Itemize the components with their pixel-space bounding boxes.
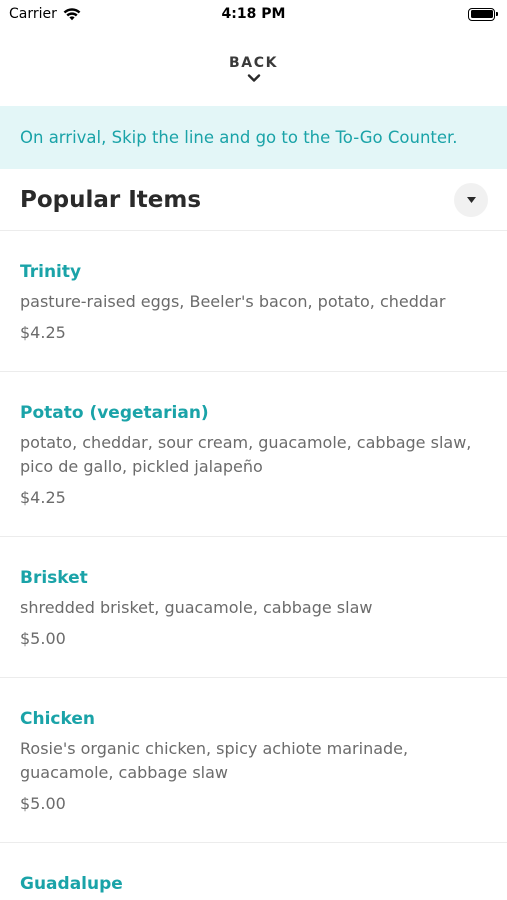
caret-down-icon bbox=[466, 196, 476, 203]
battery-icon bbox=[468, 7, 498, 21]
menu-item-name: Guadalupe bbox=[20, 874, 123, 894]
menu-item-price: $4.25 bbox=[20, 488, 66, 507]
arrival-banner: On arrival, Skip the line and go to the … bbox=[0, 106, 507, 169]
back-label: BACK bbox=[228, 55, 279, 71]
menu-item-list: Trinity pasture-raised eggs, Beeler's ba… bbox=[0, 231, 507, 900]
menu-item-name: Potato (vegetarian) bbox=[20, 403, 209, 423]
section-dropdown-button[interactable] bbox=[454, 182, 488, 217]
menu-item-name: Trinity bbox=[20, 262, 82, 282]
chevron-down-icon bbox=[247, 74, 260, 82]
back-button[interactable]: BACK bbox=[0, 28, 507, 106]
section-header: Popular Items bbox=[0, 169, 507, 231]
screen: Carrier 4:18 PM BACK On arrival, Skip th… bbox=[0, 0, 507, 900]
status-bar: Carrier 4:18 PM bbox=[0, 0, 507, 28]
menu-item-name: Brisket bbox=[20, 568, 88, 588]
menu-item-description: pasture-raised eggs, Beeler's bacon, pot… bbox=[20, 292, 446, 311]
menu-item-price: $5.00 bbox=[20, 629, 66, 648]
menu-item[interactable]: Brisket shredded brisket, guacamole, cab… bbox=[0, 537, 507, 678]
menu-item-price: $5.00 bbox=[20, 794, 66, 813]
menu-item-description: Rosie's organic chicken, spicy achiote m… bbox=[20, 739, 409, 782]
menu-item-name: Chicken bbox=[20, 709, 95, 729]
menu-item[interactable]: Potato (vegetarian) potato, cheddar, sou… bbox=[0, 372, 507, 537]
menu-item-description: potato, cheddar, sour cream, guacamole, … bbox=[20, 433, 472, 476]
arrival-banner-text: On arrival, Skip the line and go to the … bbox=[20, 128, 458, 147]
battery-fill bbox=[470, 10, 493, 18]
status-left: Carrier bbox=[9, 6, 81, 22]
wifi-icon bbox=[63, 8, 81, 21]
menu-item[interactable]: Chicken Rosie's organic chicken, spicy a… bbox=[0, 678, 507, 843]
menu-item-price: $4.25 bbox=[20, 323, 66, 342]
section-title: Popular Items bbox=[20, 186, 202, 213]
menu-item-description: shredded brisket, guacamole, cabbage sla… bbox=[20, 598, 373, 617]
carrier-label: Carrier bbox=[9, 6, 57, 22]
menu-item[interactable]: Guadalupe bbox=[0, 843, 507, 900]
menu-item[interactable]: Trinity pasture-raised eggs, Beeler's ba… bbox=[0, 231, 507, 372]
